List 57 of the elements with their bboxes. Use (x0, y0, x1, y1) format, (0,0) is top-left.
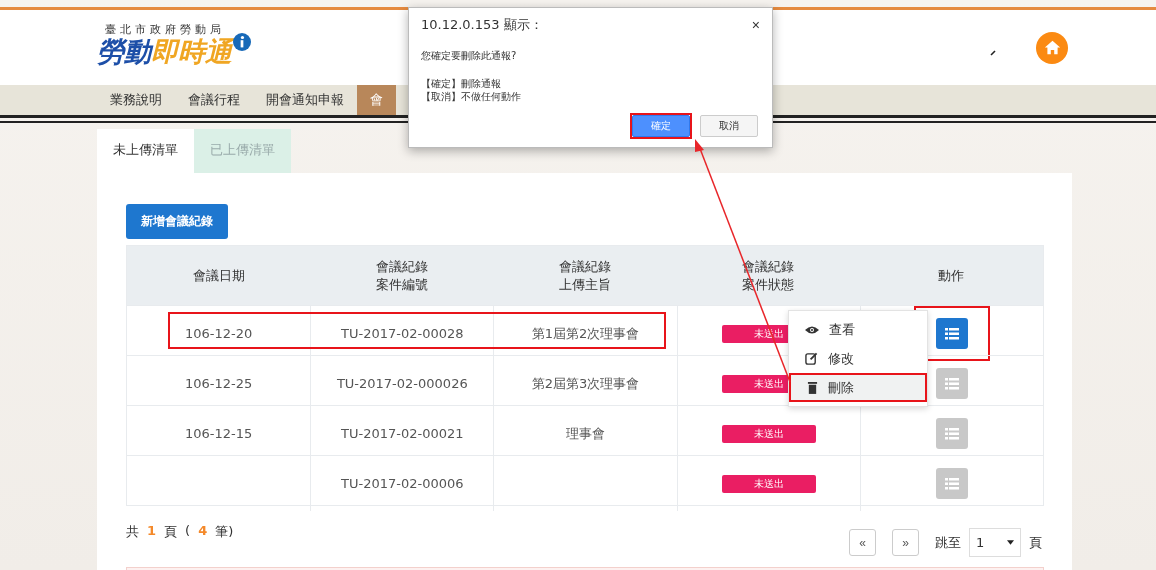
status-badge: 未送出 (721, 474, 816, 493)
dialog-message: 【確定】刪除通報 (421, 77, 502, 90)
column-header: 會議紀錄 (559, 257, 611, 276)
table-cell: 106-12-25 (184, 376, 253, 391)
organization-name: 臺北市政府勞動局 (104, 22, 226, 37)
previous-page-button[interactable]: « (849, 529, 876, 556)
column-header: 會議日期 (192, 266, 245, 285)
table-cell: 第2屆第3次理事會 (531, 374, 640, 393)
table-cell: 106-12-15 (184, 426, 253, 441)
list-menu-button[interactable] (935, 318, 968, 349)
table-cell: TU-2017-02-00006 (341, 476, 464, 491)
menu-item[interactable]: 修改 (789, 344, 927, 373)
status-badge: 未送出 (721, 424, 816, 443)
nav-link[interactable]: 開會通知申報 (253, 85, 357, 115)
add-record-button[interactable]: 新增會議紀錄 (126, 204, 228, 239)
pager-text: 筆) (215, 523, 234, 541)
table-cell: TU-2017-02-00028 (341, 326, 464, 341)
table-cell: TU-2017-02-00021 (341, 426, 464, 441)
table-cell: 理事會 (566, 424, 605, 443)
page-count: 1 (147, 523, 157, 540)
pager-text: ( (185, 523, 191, 540)
pager-text: 頁 (164, 523, 178, 541)
edit-icon (805, 352, 818, 365)
list-icon (944, 327, 959, 340)
brand-logo-text: 即時通 (151, 37, 232, 67)
trash-icon (807, 381, 818, 394)
column-header: 會議紀錄 (375, 257, 428, 276)
nav-link[interactable]: 業務說明 (97, 85, 175, 115)
tab[interactable]: 未上傳清單 (97, 129, 194, 173)
jump-label: 跳至 (935, 533, 961, 552)
dialog-title: 10.12.0.153 顯示： (421, 16, 543, 34)
eye-icon (805, 324, 819, 335)
menu-item[interactable]: 刪除 (789, 373, 927, 402)
table-cell: TU-2017-02-000026 (336, 376, 468, 391)
column-header: 案件編號 (375, 275, 428, 294)
home-icon (1043, 39, 1061, 56)
dialog-message: 【取消】不做任何動作 (421, 90, 522, 103)
record-count: 4 (198, 523, 208, 540)
dialog-message: 您確定要刪除此通報? (421, 49, 518, 63)
list-icon (944, 477, 959, 490)
next-page-button[interactable]: » (892, 529, 919, 556)
list-icon (944, 377, 959, 390)
nav-link[interactable]: 會議行程 (175, 85, 253, 115)
table-cell: 第1屆第2次理事會 (531, 324, 640, 343)
column-header: 上傳主旨 (559, 275, 611, 294)
dropdown-caret-icon (1007, 540, 1014, 545)
list-icon (944, 427, 959, 440)
pager-text: 共 (126, 523, 139, 541)
page-select[interactable]: 1 (969, 528, 1021, 557)
info-icon (233, 33, 251, 51)
table-cell: 106-12-20 (184, 326, 253, 341)
dialog-button[interactable]: 取消 (700, 115, 758, 137)
column-header: 動作 (938, 266, 965, 285)
pen-icon (990, 49, 996, 56)
page-unit: 頁 (1029, 533, 1042, 552)
home-button[interactable] (1036, 31, 1068, 64)
close-button[interactable]: × (751, 16, 760, 34)
